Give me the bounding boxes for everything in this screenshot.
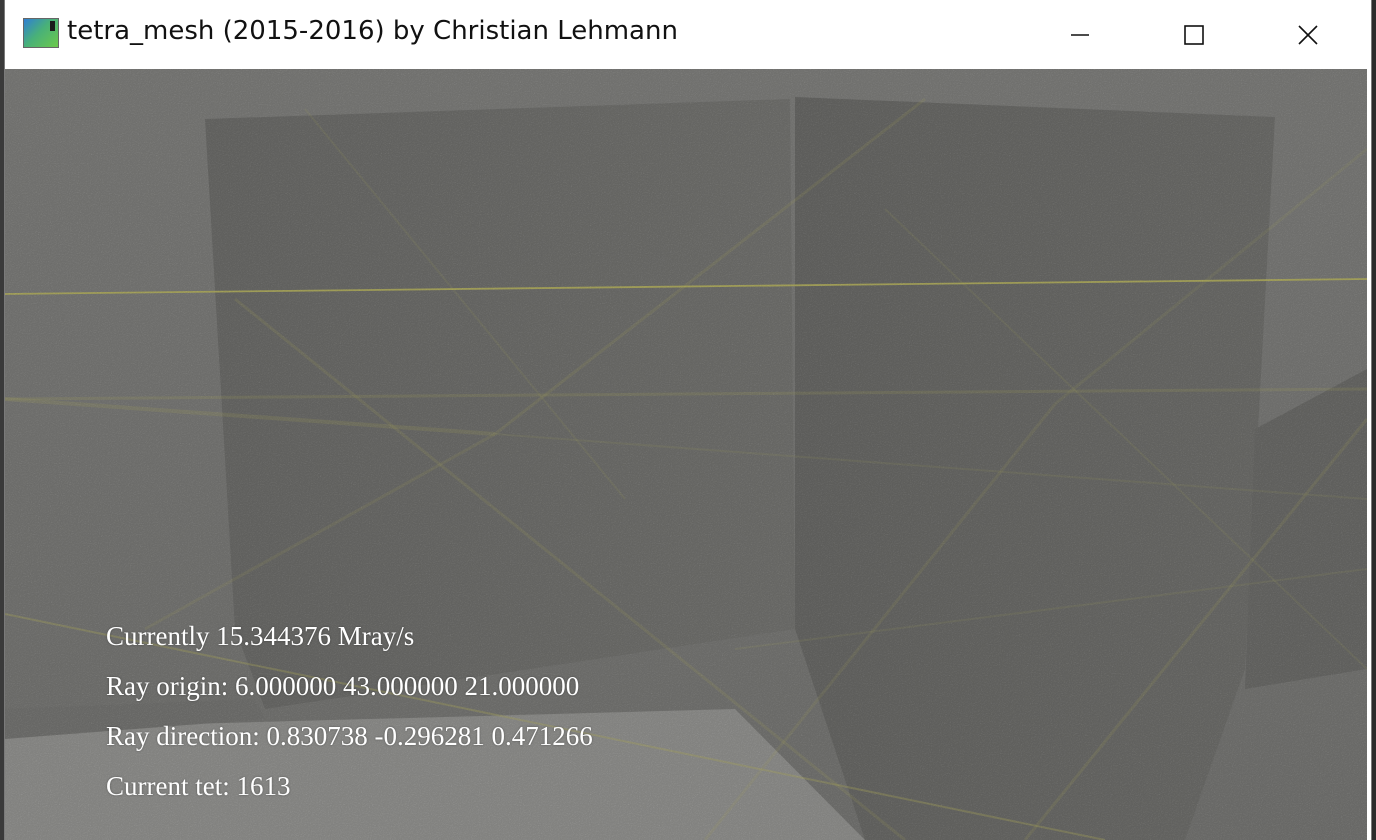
ray-direction-text: Ray direction: 0.830738 -0.296281 0.4712… xyxy=(106,721,593,751)
current-tet-text: Current tet: 1613 xyxy=(106,771,291,801)
window-title: tetra_mesh (2015-2016) by Christian Lehm… xyxy=(67,16,678,46)
title-bar[interactable]: tetra_mesh (2015-2016) by Christian Lehm… xyxy=(5,0,1371,69)
minimize-icon xyxy=(1071,33,1089,36)
minimize-button[interactable] xyxy=(1023,0,1137,69)
ray-origin-text: Ray origin: 6.000000 43.000000 21.000000 xyxy=(106,671,580,701)
maximize-button[interactable] xyxy=(1137,0,1251,69)
render-viewport[interactable]: Currently 15.344376 Mray/s Ray origin: 6… xyxy=(5,69,1367,840)
app-window: tetra_mesh (2015-2016) by Christian Lehm… xyxy=(4,0,1372,840)
close-button[interactable] xyxy=(1251,0,1365,69)
maximize-icon xyxy=(1184,24,1204,45)
ray-rate-text: Currently 15.344376 Mray/s xyxy=(106,621,415,651)
hud-overlay: Currently 15.344376 Mray/s Ray origin: 6… xyxy=(106,611,593,811)
app-icon xyxy=(23,18,59,48)
close-icon xyxy=(1298,24,1318,45)
